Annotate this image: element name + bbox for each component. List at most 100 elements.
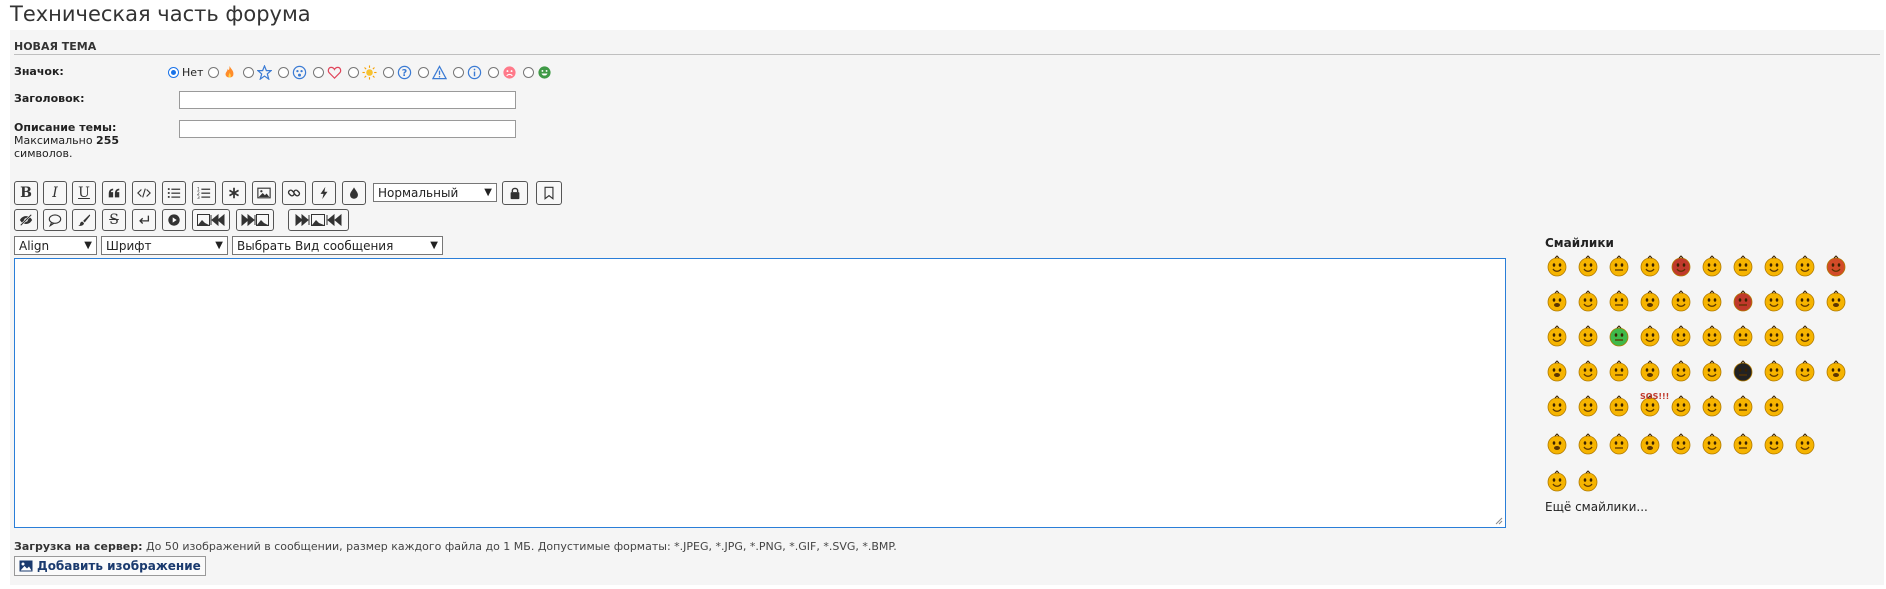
smiley-icon[interactable]	[1763, 290, 1785, 312]
icon-radio-sun[interactable]	[348, 66, 360, 78]
font-select[interactable]: Шрифт ▼	[101, 236, 228, 255]
smiley-icon[interactable]	[1670, 325, 1692, 347]
italic-button[interactable]: I	[43, 181, 67, 205]
smiley-icon[interactable]	[1732, 360, 1754, 382]
smiley-icon[interactable]	[1732, 255, 1754, 277]
smiley-icon[interactable]	[1794, 255, 1816, 277]
smiley-icon[interactable]	[1701, 433, 1723, 455]
hide-button[interactable]	[502, 181, 528, 205]
smiley-icon[interactable]	[1546, 360, 1568, 382]
smiley-icon[interactable]	[1794, 360, 1816, 382]
icon-radio-happy[interactable]	[523, 66, 535, 78]
smiley-icon[interactable]	[1701, 255, 1723, 277]
icon-radio-warning[interactable]	[418, 66, 430, 78]
smiley-icon[interactable]	[1670, 255, 1692, 277]
smiley-icon[interactable]	[1732, 325, 1754, 347]
smiley-icon[interactable]	[1701, 360, 1723, 382]
brush-button[interactable]	[72, 209, 96, 231]
message-textarea[interactable]	[14, 258, 1506, 528]
smiley-icon[interactable]	[1577, 470, 1599, 492]
bookmark-button[interactable]	[536, 181, 562, 205]
smiley-icon[interactable]	[1794, 325, 1816, 347]
add-image-button[interactable]: Добавить изображение	[14, 556, 206, 576]
smiley-icon[interactable]	[1546, 470, 1568, 492]
spoiler-button[interactable]	[14, 209, 38, 231]
smiley-icon[interactable]	[1577, 255, 1599, 277]
underline-button[interactable]: U	[72, 181, 96, 205]
image-right-button[interactable]	[236, 209, 274, 231]
smiley-icon[interactable]	[1608, 395, 1630, 417]
bold-button[interactable]: B	[14, 181, 38, 205]
icon-radio-sad[interactable]	[488, 66, 500, 78]
font-size-select[interactable]: Нормальный ▼	[373, 183, 497, 202]
video-button[interactable]	[162, 209, 186, 231]
smiley-icon[interactable]	[1763, 360, 1785, 382]
smiley-icon[interactable]	[1670, 360, 1692, 382]
smiley-icon[interactable]	[1639, 433, 1661, 455]
numbered-list-button[interactable]: 123	[192, 181, 216, 205]
message-type-select[interactable]: Выбрать Вид сообщения ▼	[232, 236, 443, 255]
bullet-list-button[interactable]	[162, 181, 186, 205]
smiley-icon[interactable]	[1546, 433, 1568, 455]
icon-radio-surprised[interactable]	[278, 66, 290, 78]
smiley-icon[interactable]	[1763, 433, 1785, 455]
smiley-icon[interactable]	[1608, 255, 1630, 277]
code-button[interactable]	[132, 181, 156, 205]
smiley-icon[interactable]	[1546, 325, 1568, 347]
icon-radio-info[interactable]	[453, 66, 465, 78]
smiley-icon[interactable]	[1639, 290, 1661, 312]
smiley-icon[interactable]	[1608, 433, 1630, 455]
title-input[interactable]	[179, 91, 516, 109]
smiley-icon[interactable]	[1732, 433, 1754, 455]
smiley-icon[interactable]	[1577, 360, 1599, 382]
link-button[interactable]	[282, 181, 306, 205]
align-select[interactable]: Align ▼	[14, 236, 97, 255]
smiley-icon[interactable]	[1763, 255, 1785, 277]
smiley-icon[interactable]	[1701, 290, 1723, 312]
smiley-icon[interactable]	[1608, 360, 1630, 382]
more-smilies-link[interactable]: Ещё смайлики...	[1545, 500, 1648, 514]
smiley-icon[interactable]	[1577, 325, 1599, 347]
smiley-icon[interactable]	[1608, 325, 1630, 347]
line-break-button[interactable]	[132, 209, 156, 231]
smiley-icon[interactable]	[1763, 325, 1785, 347]
smiley-icon[interactable]	[1732, 290, 1754, 312]
smiley-icon[interactable]	[1577, 433, 1599, 455]
image-button[interactable]	[252, 181, 276, 205]
smiley-icon[interactable]	[1825, 290, 1847, 312]
quote-button[interactable]	[102, 181, 126, 205]
smiley-icon[interactable]	[1670, 433, 1692, 455]
smiley-icon[interactable]	[1794, 433, 1816, 455]
smiley-icon[interactable]	[1825, 255, 1847, 277]
smiley-icon[interactable]	[1670, 290, 1692, 312]
smiley-icon[interactable]	[1639, 360, 1661, 382]
smiley-icon[interactable]	[1577, 395, 1599, 417]
smiley-icon[interactable]	[1546, 395, 1568, 417]
image-center-button[interactable]	[288, 209, 349, 231]
comment-button[interactable]	[43, 209, 67, 231]
icon-radio-fire[interactable]	[208, 66, 220, 78]
smiley-icon[interactable]	[1701, 395, 1723, 417]
strikethrough-button[interactable]: S	[102, 209, 126, 231]
smiley-icon[interactable]	[1608, 290, 1630, 312]
color-button[interactable]	[342, 181, 366, 205]
smiley-icon[interactable]	[1701, 325, 1723, 347]
smiley-icon[interactable]	[1577, 290, 1599, 312]
smiley-icon[interactable]	[1825, 360, 1847, 382]
smiley-icon[interactable]	[1763, 395, 1785, 417]
smiley-icon[interactable]	[1639, 325, 1661, 347]
flash-button[interactable]	[312, 181, 336, 205]
icon-radio-heart[interactable]	[313, 66, 325, 78]
image-left-button[interactable]	[192, 209, 230, 231]
list-item-button[interactable]	[222, 181, 246, 205]
description-input[interactable]	[179, 120, 516, 138]
smiley-icon[interactable]	[1546, 290, 1568, 312]
icon-radio-star[interactable]	[243, 66, 255, 78]
smiley-icon[interactable]	[1546, 255, 1568, 277]
smiley-icon[interactable]	[1639, 255, 1661, 277]
resize-handle-icon[interactable]	[1495, 517, 1503, 525]
smiley-icon[interactable]	[1732, 395, 1754, 417]
smiley-icon[interactable]	[1794, 290, 1816, 312]
smiley-icon[interactable]	[1670, 395, 1692, 417]
icon-radio-none[interactable]	[168, 66, 179, 78]
